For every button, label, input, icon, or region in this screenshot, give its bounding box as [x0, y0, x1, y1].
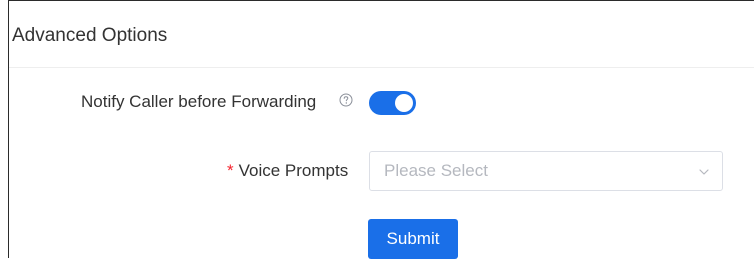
panel-header: Advanced Options — [9, 1, 754, 68]
panel-title: Advanced Options — [12, 25, 168, 46]
voice-prompts-label: Voice Prompts — [238, 161, 349, 180]
chevron-down-icon — [699, 169, 709, 175]
toggle-knob — [395, 94, 413, 112]
voice-prompts-placeholder: Please Select — [384, 161, 488, 180]
voice-prompts-select[interactable]: Please Select — [369, 151, 723, 191]
required-mark: * — [227, 161, 234, 180]
notify-caller-toggle[interactable] — [369, 91, 416, 115]
help-circle-icon[interactable] — [339, 93, 353, 107]
advanced-options-panel: Advanced Options Notify Caller before Fo… — [8, 0, 754, 259]
voice-prompts-label-row: * Voice Prompts — [227, 161, 348, 181]
submit-button[interactable]: Submit — [368, 219, 458, 259]
notify-caller-label: Notify Caller before Forwarding — [81, 92, 317, 111]
